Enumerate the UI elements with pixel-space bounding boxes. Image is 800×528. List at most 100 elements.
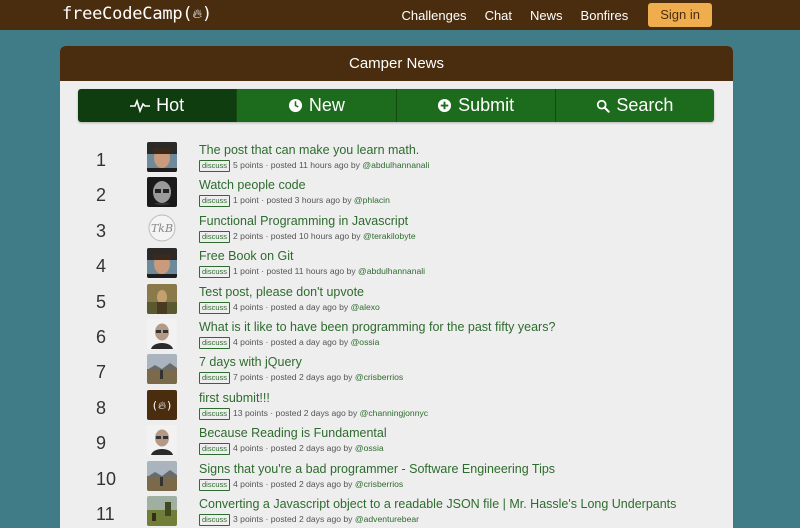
- story-title-link[interactable]: Converting a Javascript object to a read…: [199, 497, 676, 511]
- avatar[interactable]: [147, 495, 177, 526]
- story-title-link[interactable]: Watch people code: [199, 178, 306, 192]
- story-rank: 6: [96, 326, 107, 347]
- story-title-link[interactable]: Functional Programming in Javascript: [199, 214, 408, 228]
- story-user-link[interactable]: @abdulhannanali: [358, 266, 425, 276]
- story-user-link[interactable]: @ossia: [351, 337, 380, 347]
- story-title-link[interactable]: first submit!!!: [199, 391, 270, 405]
- story-points: 3 points: [233, 513, 264, 524]
- story-title-link[interactable]: Because Reading is Fundamental: [199, 426, 387, 440]
- story-meta: discuss 3 points · posted 2 days ago by @…: [199, 513, 419, 526]
- story-user-link[interactable]: @crisberrios: [355, 372, 403, 382]
- nav-link-chat[interactable]: Chat: [485, 8, 512, 23]
- svg-text:(🔥︎): (🔥︎): [151, 399, 172, 412]
- avatar[interactable]: [147, 354, 177, 385]
- story-points: 1 point: [233, 266, 259, 277]
- story-points: 4 points: [233, 443, 264, 454]
- story-posted: posted 2 days ago by: [275, 407, 358, 418]
- avatar[interactable]: [147, 142, 177, 172]
- avatar[interactable]: [147, 283, 177, 314]
- story-title-link[interactable]: The post that can make you learn math.: [199, 143, 419, 157]
- meta-separator: ·: [263, 513, 271, 524]
- avatar[interactable]: [147, 425, 177, 456]
- story-meta: discuss 1 point · posted 11 hours ago by …: [199, 266, 425, 279]
- story-posted: posted 2 days ago by: [270, 443, 353, 454]
- story-meta: discuss 7 points · posted 2 days ago by @…: [199, 372, 403, 385]
- story-title-link[interactable]: What is it like to have been programming…: [199, 320, 555, 334]
- pulse-icon: [130, 98, 151, 113]
- story-meta: discuss 2 points · posted 10 hours ago by…: [199, 230, 416, 243]
- signin-button[interactable]: Sign in: [648, 3, 712, 27]
- story-points: 1 point: [233, 195, 259, 206]
- discuss-button[interactable]: discuss: [199, 407, 231, 420]
- nav-link-bonfires[interactable]: Bonfires: [581, 8, 629, 23]
- tab-hot-label: Hot: [156, 95, 185, 115]
- story-user-link[interactable]: @crisberrios: [355, 479, 403, 489]
- discuss-button[interactable]: discuss: [199, 230, 231, 243]
- story-title-link[interactable]: Signs that you're a bad programmer - Sof…: [199, 462, 555, 476]
- story-title-link[interactable]: Free Book on Git: [199, 249, 294, 263]
- story-meta: discuss 13 points · posted 2 days ago by …: [199, 407, 428, 420]
- story-points: 13 points: [233, 407, 268, 418]
- discuss-button[interactable]: discuss: [199, 160, 231, 172]
- tab-new-label: New: [308, 95, 345, 115]
- brand-logo[interactable]: freeCodeCamp(🔥︎): [62, 4, 212, 24]
- avatar[interactable]: [147, 177, 177, 208]
- story-posted: posted 2 days ago by: [270, 478, 353, 489]
- discuss-button[interactable]: discuss: [199, 266, 231, 279]
- story-meta: discuss 5 points · posted 11 hours ago by…: [199, 160, 429, 172]
- discuss-button[interactable]: discuss: [199, 301, 231, 314]
- story-posted: posted a day ago by: [270, 336, 349, 347]
- avatar[interactable]: [147, 460, 177, 491]
- avatar[interactable]: TkB: [147, 212, 177, 243]
- brand-text: freeCodeCamp(: [62, 4, 193, 24]
- story-user-link[interactable]: @terakilobyte: [363, 231, 416, 241]
- story-rank: 9: [96, 433, 107, 454]
- tab-submit[interactable]: Submit: [396, 89, 556, 122]
- discuss-button[interactable]: discuss: [199, 195, 231, 208]
- discuss-button[interactable]: discuss: [199, 513, 231, 526]
- story-user-link[interactable]: @adventurebear: [355, 514, 419, 524]
- story-posted: posted a day ago by: [270, 301, 349, 312]
- story-row: 6 What is it like to have been programmin…: [60, 318, 733, 354]
- nav-link-challenges[interactable]: Challenges: [402, 8, 467, 23]
- story-list: 1 The post that can make you learn math. d…: [60, 142, 733, 528]
- story-user-link[interactable]: @abdulhannanali: [362, 160, 429, 170]
- story-row: 4 Free Book on Git discuss 1 point · posted…: [60, 248, 733, 283]
- meta-separator: ·: [263, 230, 271, 241]
- story-user-link[interactable]: @alexo: [351, 302, 380, 312]
- avatar[interactable]: (🔥︎): [147, 389, 177, 420]
- story-rank: 3: [96, 220, 107, 241]
- story-row: 7 7 days with jQuery discuss 7 points · pos…: [60, 354, 733, 389]
- story-row: 9 Because Reading is Fundamental discuss 4 …: [60, 425, 733, 460]
- tab-hot[interactable]: Hot: [78, 89, 238, 122]
- story-points: 4 points: [233, 336, 264, 347]
- tab-search[interactable]: Search: [555, 89, 714, 122]
- story-meta: discuss 4 points · posted 2 days ago by @…: [199, 443, 384, 456]
- story-meta: discuss 1 point · posted 3 hours ago by @…: [199, 195, 390, 208]
- story-row: 1 The post that can make you learn math. d…: [60, 142, 733, 177]
- story-user-link[interactable]: @ossia: [355, 443, 384, 453]
- story-points: 4 points: [233, 478, 264, 489]
- discuss-button[interactable]: discuss: [199, 336, 231, 349]
- panel-heading: Camper News: [60, 46, 733, 81]
- nav-link-news[interactable]: News: [530, 8, 563, 23]
- story-posted: posted 2 days ago by: [270, 513, 353, 524]
- avatar[interactable]: [147, 248, 177, 279]
- news-panel: Camper News Hot New Submit Search 1 The …: [60, 46, 733, 528]
- meta-separator: ·: [263, 372, 271, 383]
- story-user-link[interactable]: @phlacin: [354, 195, 390, 205]
- svg-text:TkB: TkB: [151, 222, 173, 235]
- story-user-link[interactable]: @channingjonnyc: [360, 408, 428, 418]
- flame-icon: 🔥︎: [192, 7, 202, 22]
- discuss-button[interactable]: discuss: [199, 443, 231, 456]
- tab-search-label: Search: [616, 95, 674, 115]
- story-posted: posted 11 hours ago by: [270, 160, 360, 170]
- tab-new[interactable]: New: [237, 89, 397, 122]
- avatar[interactable]: [147, 318, 177, 349]
- story-title-link[interactable]: 7 days with jQuery: [199, 355, 302, 369]
- story-title-link[interactable]: Test post, please don't upvote: [199, 285, 364, 299]
- discuss-button[interactable]: discuss: [199, 372, 231, 385]
- plus-circle-icon: [437, 98, 452, 113]
- discuss-button[interactable]: discuss: [199, 478, 231, 491]
- story-rank: 4: [96, 256, 107, 277]
